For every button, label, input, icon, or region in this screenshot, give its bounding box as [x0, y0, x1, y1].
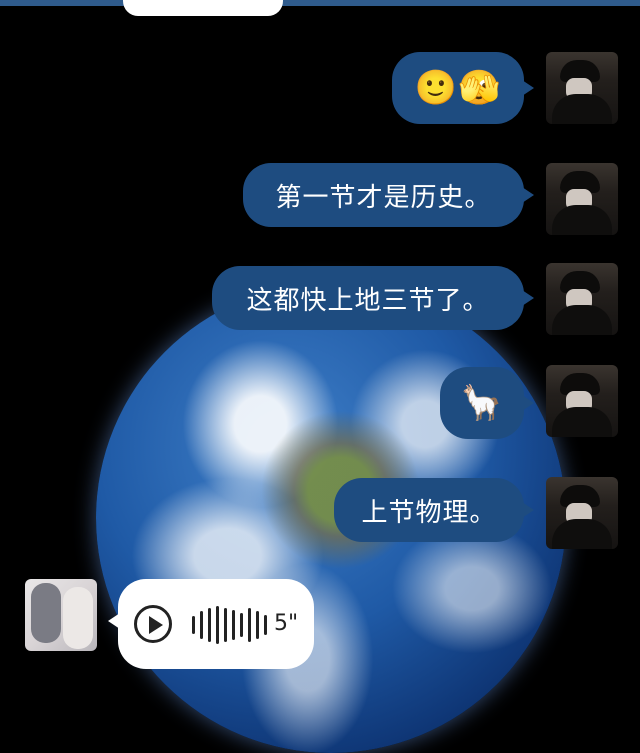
avatar-body — [552, 407, 612, 437]
message-bubble-emoji[interactable]: 🙂🫣 — [392, 52, 534, 124]
avatar-self[interactable] — [546, 263, 618, 335]
voice-message-bubble[interactable]: 5" — [108, 579, 314, 669]
avatar-body — [552, 205, 612, 235]
message-text: 第一节才是历史。 — [275, 182, 492, 213]
avatar-self[interactable] — [546, 163, 618, 235]
message-bubble-sticker[interactable]: 🦙 — [440, 367, 534, 439]
avatar-self[interactable] — [546, 477, 618, 549]
avatar-self[interactable] — [546, 365, 618, 437]
avatar-body — [552, 305, 612, 335]
avatar-hair — [31, 583, 61, 643]
avatar-hair — [63, 587, 93, 649]
message-bubble-text[interactable]: 第一节才是历史。 — [243, 163, 534, 227]
message-bubble-text[interactable]: 上节物理。 — [334, 478, 534, 542]
message-text: 这都快上地三节了。 — [246, 285, 490, 316]
avatar-other[interactable] — [25, 579, 97, 651]
message-bubble-text[interactable]: 这都快上地三节了。 — [212, 266, 534, 330]
avatar-body — [552, 94, 612, 124]
voice-duration: 5" — [274, 611, 299, 636]
top-bar — [0, 0, 640, 6]
alpaca-sticker-icon: 🦙 — [460, 383, 504, 423]
previous-message-bubble[interactable] — [123, 0, 283, 16]
avatar-self[interactable] — [546, 52, 618, 124]
emoji-smile-icon: 🙂🫣 — [414, 68, 502, 108]
play-icon[interactable] — [134, 605, 172, 643]
waveform-icon — [192, 606, 267, 644]
avatar-body — [552, 519, 612, 549]
message-text: 上节物理。 — [361, 497, 497, 528]
